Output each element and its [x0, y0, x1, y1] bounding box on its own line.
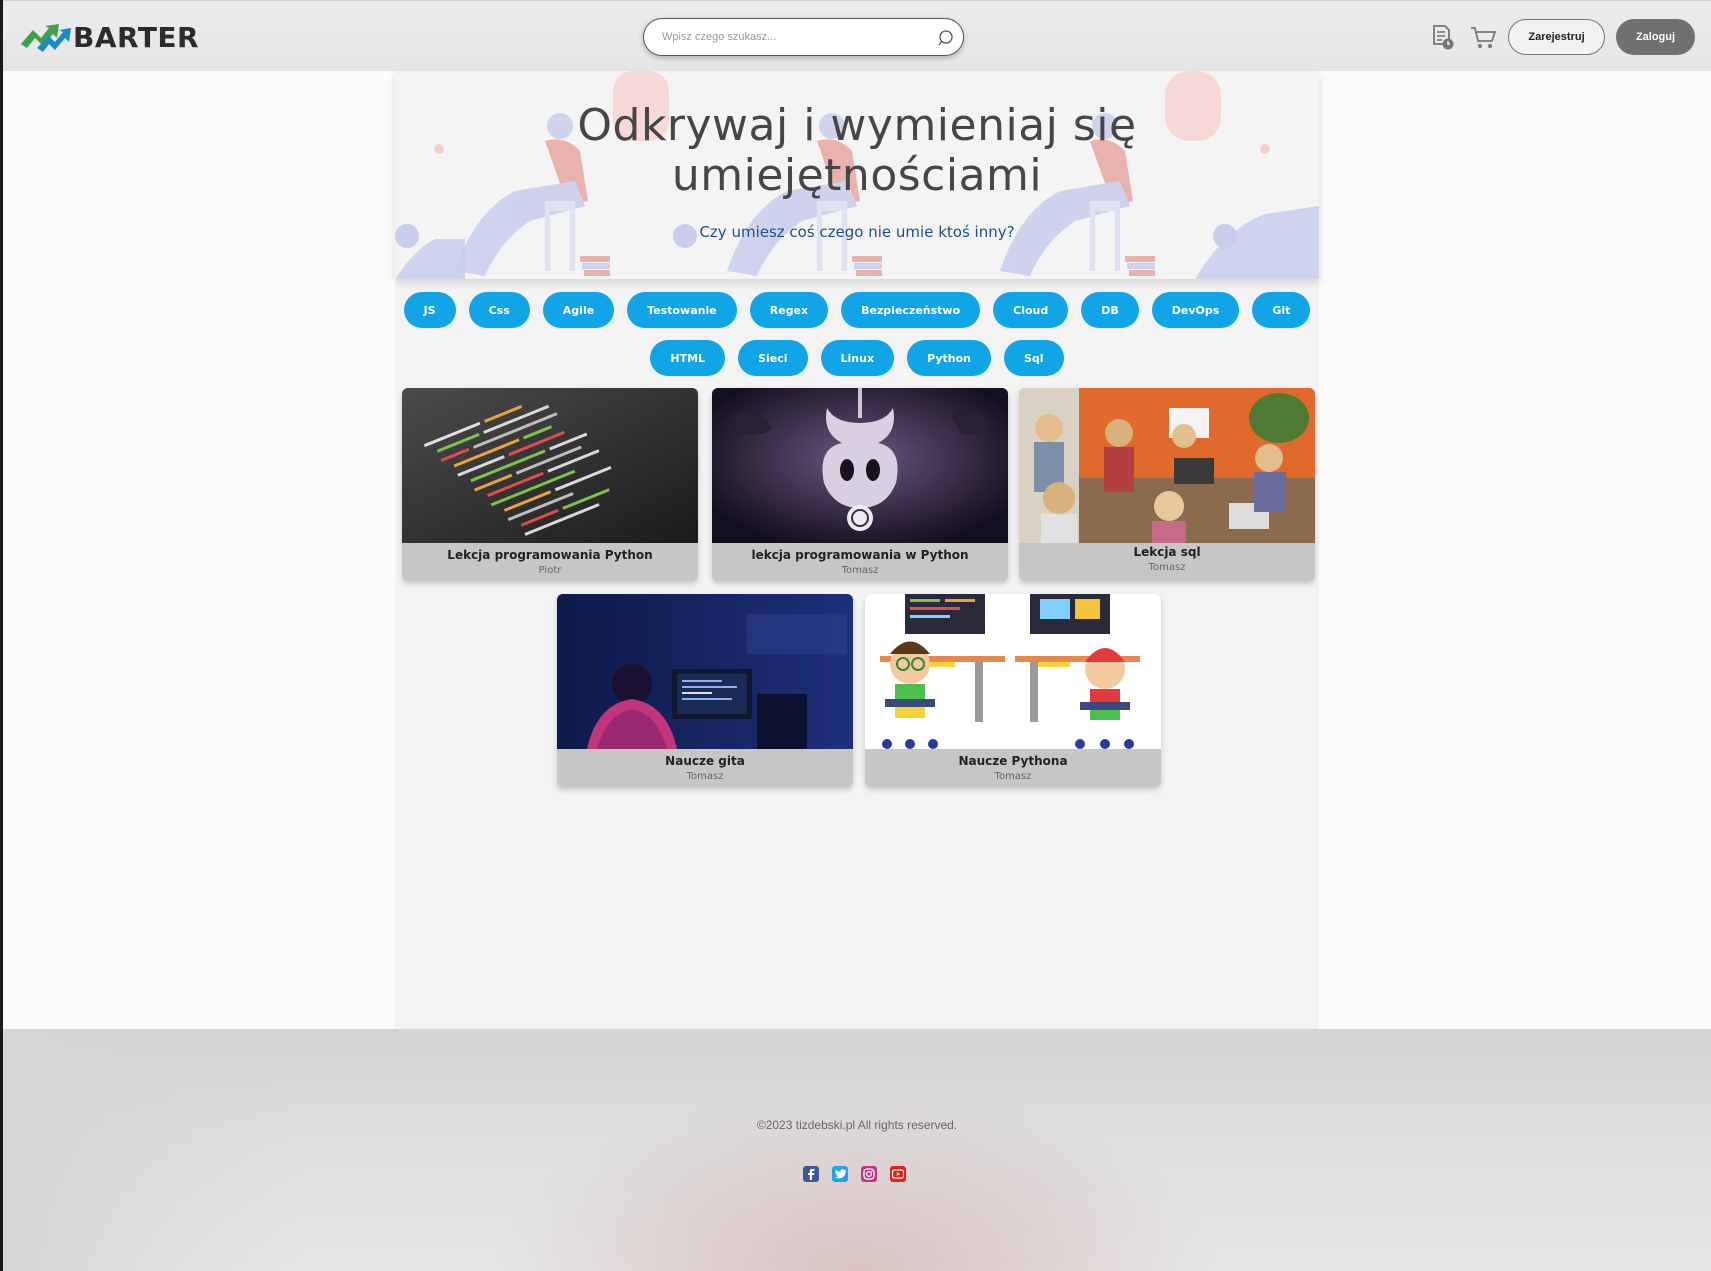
course-card[interactable]: lekcja programowania w Python Tomasz: [712, 388, 1008, 581]
course-card[interactable]: Lekcja programowania Python Piotr: [402, 388, 698, 581]
card-author: Tomasz: [841, 565, 879, 576]
tag-linux[interactable]: Linux: [820, 340, 895, 376]
card-image-cartoon-kids: [865, 594, 1161, 749]
card-title: Lekcja sql: [1133, 545, 1201, 559]
facebook-icon[interactable]: [803, 1166, 819, 1182]
tag-testowanie[interactable]: Testowanie: [627, 292, 737, 328]
logo-arrows-icon: [21, 23, 71, 52]
tag-list: JS Css Agile Testowanie Regex Bezpieczeń…: [395, 292, 1319, 376]
youtube-icon[interactable]: [890, 1166, 906, 1182]
card-author: Tomasz: [1148, 562, 1186, 573]
tag-html[interactable]: HTML: [650, 340, 726, 376]
card-image-knight: [712, 388, 1008, 543]
tag-sql[interactable]: Sql: [1004, 340, 1064, 376]
login-button[interactable]: Zaloguj: [1616, 19, 1695, 55]
site-header: BARTER Zarejestruj Zaloguj: [3, 0, 1711, 71]
tag-js[interactable]: JS: [403, 292, 456, 328]
search-box[interactable]: [643, 18, 964, 56]
search-input[interactable]: [662, 19, 922, 55]
tag-sieci[interactable]: Sieci: [738, 340, 808, 376]
tag-regex[interactable]: Regex: [749, 292, 829, 328]
card-title: Naucze Pythona: [958, 754, 1068, 768]
tag-python[interactable]: Python: [907, 340, 991, 376]
tag-devops[interactable]: DevOps: [1151, 292, 1240, 328]
card-author: Tomasz: [994, 771, 1032, 782]
card-title: Lekcja programowania Python: [447, 548, 653, 562]
card-image-hacker: [557, 594, 853, 749]
tag-db[interactable]: DB: [1081, 292, 1139, 328]
cart-icon[interactable]: [1469, 23, 1497, 51]
hero-title-line2: umiejętnościami: [671, 150, 1043, 201]
hero-title-line1: Odkrywaj i wymieniaj się: [577, 100, 1137, 151]
logo[interactable]: BARTER: [19, 21, 199, 54]
document-clock-icon[interactable]: [1428, 23, 1456, 51]
card-author: Tomasz: [686, 771, 724, 782]
instagram-icon[interactable]: [861, 1166, 877, 1182]
hero-subtitle: Czy umiesz coś czego nie umie ktoś inny?: [699, 223, 1015, 241]
tag-bezpieczenstwo[interactable]: Bezpieczeństwo: [841, 292, 981, 328]
hero-banner: Odkrywaj i wymieniaj się umiejętnościami…: [395, 71, 1319, 279]
copyright-text: ©2023 tizdebski.pl All rights reserved.: [756, 1118, 958, 1132]
card-author: Piotr: [538, 565, 562, 576]
search-icon[interactable]: [937, 29, 955, 47]
course-card[interactable]: Lekcja sql Tomasz: [1019, 388, 1315, 581]
footer-shade: [3, 1029, 303, 1271]
card-image-code: [402, 388, 698, 543]
main-content: Odkrywaj i wymieniaj się umiejętnościami…: [395, 71, 1319, 1029]
tag-cloud[interactable]: Cloud: [993, 292, 1069, 328]
tag-agile[interactable]: Agile: [542, 292, 615, 328]
twitter-icon[interactable]: [832, 1166, 848, 1182]
course-card[interactable]: Naucze gita Tomasz: [557, 594, 853, 787]
site-footer: ©2023 tizdebski.pl All rights reserved.: [3, 1029, 1711, 1271]
logo-text: BARTER: [73, 21, 200, 54]
hero-title: Odkrywaj i wymieniaj się umiejętnościami: [395, 101, 1319, 201]
course-card[interactable]: Naucze Pythona Tomasz: [865, 594, 1161, 787]
social-links: [803, 1166, 906, 1182]
card-title: lekcja programowania w Python: [751, 548, 969, 562]
register-button[interactable]: Zarejestruj: [1508, 19, 1605, 55]
tag-css[interactable]: Css: [468, 292, 530, 328]
card-image-classroom: [1019, 388, 1315, 543]
card-title: Naucze gita: [665, 754, 745, 768]
tag-git[interactable]: Git: [1252, 292, 1311, 328]
